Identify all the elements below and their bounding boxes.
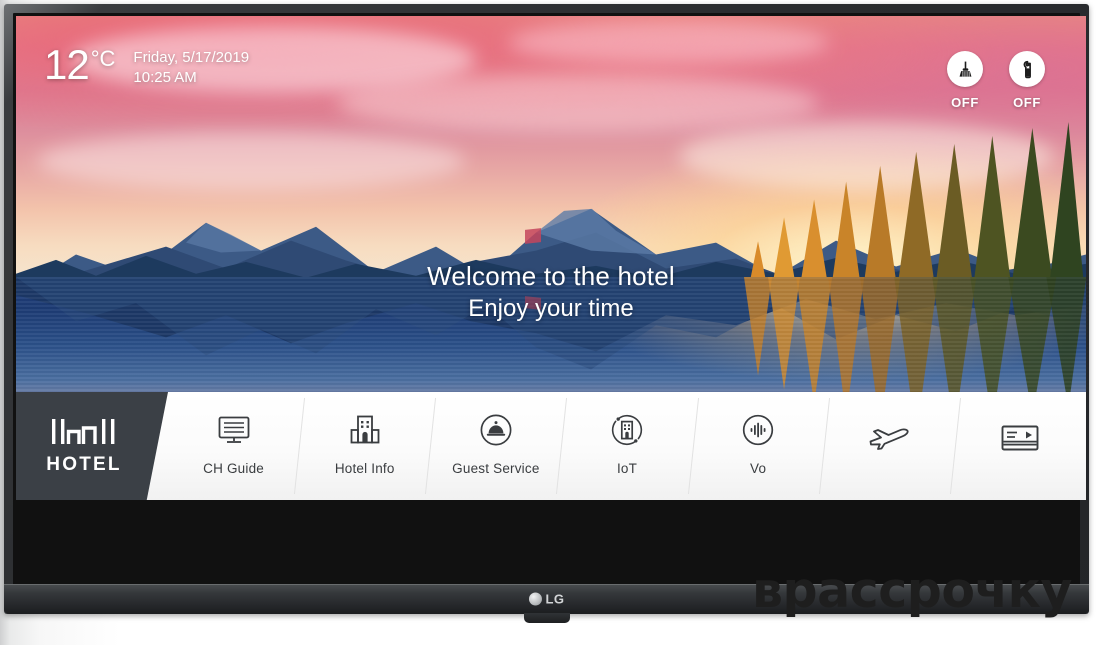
menu-label-iot: IoT [616,461,638,476]
broom-icon [959,61,971,77]
bottom-menu-bar: HOTEL CH Guide Hotel Info Guest Service … [16,392,1086,500]
welcome-message: Welcome to the hotel Enjoy your time [16,261,1086,323]
screenshot-root: 12 °C Friday, 5/17/2019 10:25 AM OFF OFF… [0,0,1100,645]
toggle-do-not-disturb[interactable]: OFF [1006,51,1048,110]
tv-stand-nub [523,613,570,623]
do-not-disturb-circle[interactable] [1009,51,1045,87]
menu-item-media-card[interactable] [955,392,1086,500]
menu-item-airplane[interactable] [824,392,955,500]
menu-item-guest-service[interactable]: Guest Service [430,392,561,500]
menu-item-hotel-info[interactable]: Hotel Info [299,392,430,500]
tv-bezel: 12 °C Friday, 5/17/2019 10:25 AM OFF OFF… [4,4,1089,623]
service-toggle-group: OFF OFF [944,51,1048,110]
lg-brand-logo: LG [528,592,564,607]
hotel-building-mark-icon [52,418,115,444]
do-not-disturb-state: OFF [1013,95,1041,110]
hotel-brand-block[interactable]: HOTEL [16,392,168,500]
welcome-line-1: Welcome to the hotel [427,261,675,291]
iot-orbit-icon [610,412,644,448]
menu-label-voice: Vo [750,461,767,476]
make-up-room-circle[interactable] [947,51,983,87]
date-time-block: Friday, 5/17/2019 10:25 AM [133,48,249,89]
lg-circle-mark [528,592,542,606]
welcome-line-2: Enjoy your time [468,295,634,322]
tv-guide-icon [217,412,251,448]
airplane-icon [867,420,911,456]
menu-item-voice[interactable]: Vo [693,392,824,500]
tv-screen: 12 °C Friday, 5/17/2019 10:25 AM OFF OFF… [16,16,1086,500]
menu-item-list: CH Guide Hotel Info Guest Service IoT Vo [168,392,1086,500]
make-up-room-state: OFF [951,95,979,110]
menu-label-hotel-info: Hotel Info [334,461,395,476]
service-bell-icon [479,412,513,448]
weather-widget: 12 °C Friday, 5/17/2019 10:25 AM [44,44,249,89]
menu-item-ch-guide[interactable]: CH Guide [168,392,299,500]
temperature-value: 12 [44,41,90,88]
lg-television: 12 °C Friday, 5/17/2019 10:25 AM OFF OFF… [4,4,1096,623]
menu-item-iot[interactable]: IoT [561,392,692,500]
menu-label-guest-service: Guest Service [452,461,540,476]
building-icon [348,412,382,448]
time-text: 10:25 AM [133,69,197,87]
date-text: Friday, 5/17/2019 [133,49,250,66]
door-hanger-icon [1023,60,1031,78]
watermark-text: врассрочку [752,562,1072,619]
lg-wordmark: LG [545,591,565,607]
voice-wave-icon [741,412,775,448]
menu-label-ch-guide: CH Guide [203,461,264,476]
temperature-unit: °C [90,46,116,71]
media-card-icon [1000,420,1040,456]
hotel-brand-label: HOTEL [46,453,122,475]
toggle-make-up-room[interactable]: OFF [944,51,986,110]
